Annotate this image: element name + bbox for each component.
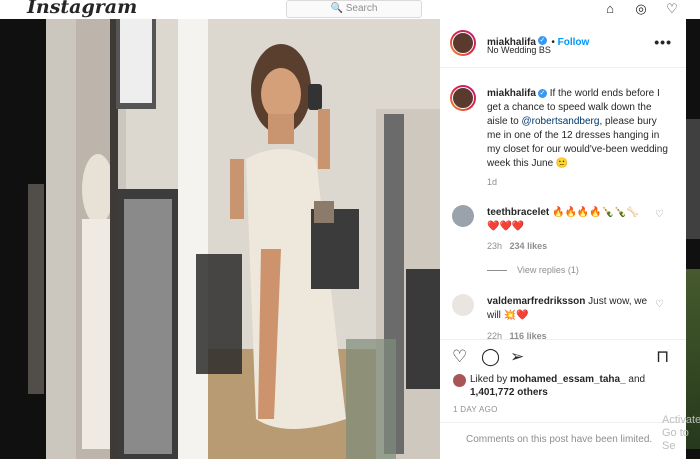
verified-badge-icon: ✓: [537, 36, 547, 46]
comments-limited-notice: Comments on this post have been limited.: [466, 434, 653, 445]
comment-like-heart-icon[interactable]: ♡: [655, 299, 664, 310]
watermark-line2: Go to Se: [662, 427, 689, 452]
search-input[interactable]: 🔍 Search: [286, 0, 422, 18]
save-bookmark-icon[interactable]: ⊓: [656, 347, 669, 367]
comment-text-line2: ❤️❤️❤️: [487, 221, 525, 232]
caption-author-avatar[interactable]: [450, 85, 476, 111]
caption-age[interactable]: 1d: [487, 177, 497, 187]
instagram-logo[interactable]: Instagram: [27, 0, 137, 18]
liked-by-user-link[interactable]: mohamed_essam_taha_: [510, 374, 626, 385]
post-location[interactable]: No Wedding BS: [487, 45, 551, 55]
caption-username[interactable]: miakhalifa: [487, 88, 536, 99]
post-side-panel: miakhalifa ✓ • Follow No Wedding BS ••• m…: [440, 19, 686, 459]
comment-likes[interactable]: 234 likes: [510, 241, 548, 251]
post-photo[interactable]: [46, 19, 440, 459]
activity-heart-icon[interactable]: ♡: [664, 1, 680, 17]
liker-avatar[interactable]: [453, 374, 466, 387]
liked-by-others-link[interactable]: 1,401,772 others: [470, 387, 548, 398]
post-date[interactable]: 1 DAY AGO: [453, 405, 498, 414]
author-avatar[interactable]: [450, 30, 476, 56]
comment-item: valdemarfredriksson Just wow, we will 💥❤…: [487, 295, 655, 323]
liked-by-prefix: Liked by: [470, 374, 511, 385]
background-post-right: [686, 119, 700, 239]
like-heart-icon[interactable]: ♡: [452, 347, 467, 367]
comment-age[interactable]: 23h: [487, 241, 502, 251]
comment-like-heart-icon[interactable]: ♡: [655, 209, 664, 220]
comment-meta: 23h 234 likes: [487, 241, 547, 251]
share-send-icon[interactable]: ➢: [510, 347, 524, 367]
caption-mention-link[interactable]: @robertsandberg: [521, 116, 599, 127]
comment-item: teethbracelet 🔥🔥🔥🔥🍾🍾🦴 ❤️❤️❤️: [487, 206, 655, 234]
home-icon[interactable]: ⌂: [602, 1, 618, 17]
search-placeholder: Search: [345, 3, 378, 14]
more-options-icon[interactable]: •••: [654, 34, 672, 50]
liked-by-text: Liked by mohamed_essam_taha_ and 1,401,7…: [470, 373, 645, 399]
follow-button[interactable]: Follow: [558, 37, 590, 48]
post-caption: miakhalifa ✓ If the world ends before I g…: [487, 87, 671, 171]
view-replies-label: View replies (1): [517, 265, 579, 275]
comment-avatar[interactable]: [452, 205, 474, 227]
instagram-header: Instagram 🔍 Search ⌂ ◎ ♡: [0, 0, 700, 19]
comment-username[interactable]: teethbracelet: [487, 207, 549, 218]
comment-text: 🔥🔥🔥🔥🍾🍾🦴: [552, 207, 640, 218]
verified-badge-icon: ✓: [537, 88, 547, 98]
watermark-line1: Activate: [662, 414, 700, 426]
comment-username[interactable]: valdemarfredriksson: [487, 296, 585, 307]
background-post-left: [28, 184, 44, 394]
comment-section-divider: [440, 422, 686, 423]
liked-by-and: and: [625, 374, 646, 385]
comment-meta: 22h 116 likes: [487, 331, 547, 339]
comment-likes[interactable]: 116 likes: [510, 331, 547, 339]
post-header: miakhalifa ✓ • Follow No Wedding BS •••: [440, 19, 686, 68]
comment-avatar[interactable]: [452, 294, 474, 316]
comment-bubble-icon[interactable]: ◯: [481, 347, 500, 367]
replies-line: [487, 270, 507, 272]
comment-age[interactable]: 22h: [487, 331, 502, 339]
explore-icon[interactable]: ◎: [633, 1, 649, 17]
windows-activation-watermark: Activate Go to Se: [662, 414, 700, 453]
actions-divider: [440, 339, 686, 340]
view-replies-button[interactable]: View replies (1): [487, 265, 579, 275]
